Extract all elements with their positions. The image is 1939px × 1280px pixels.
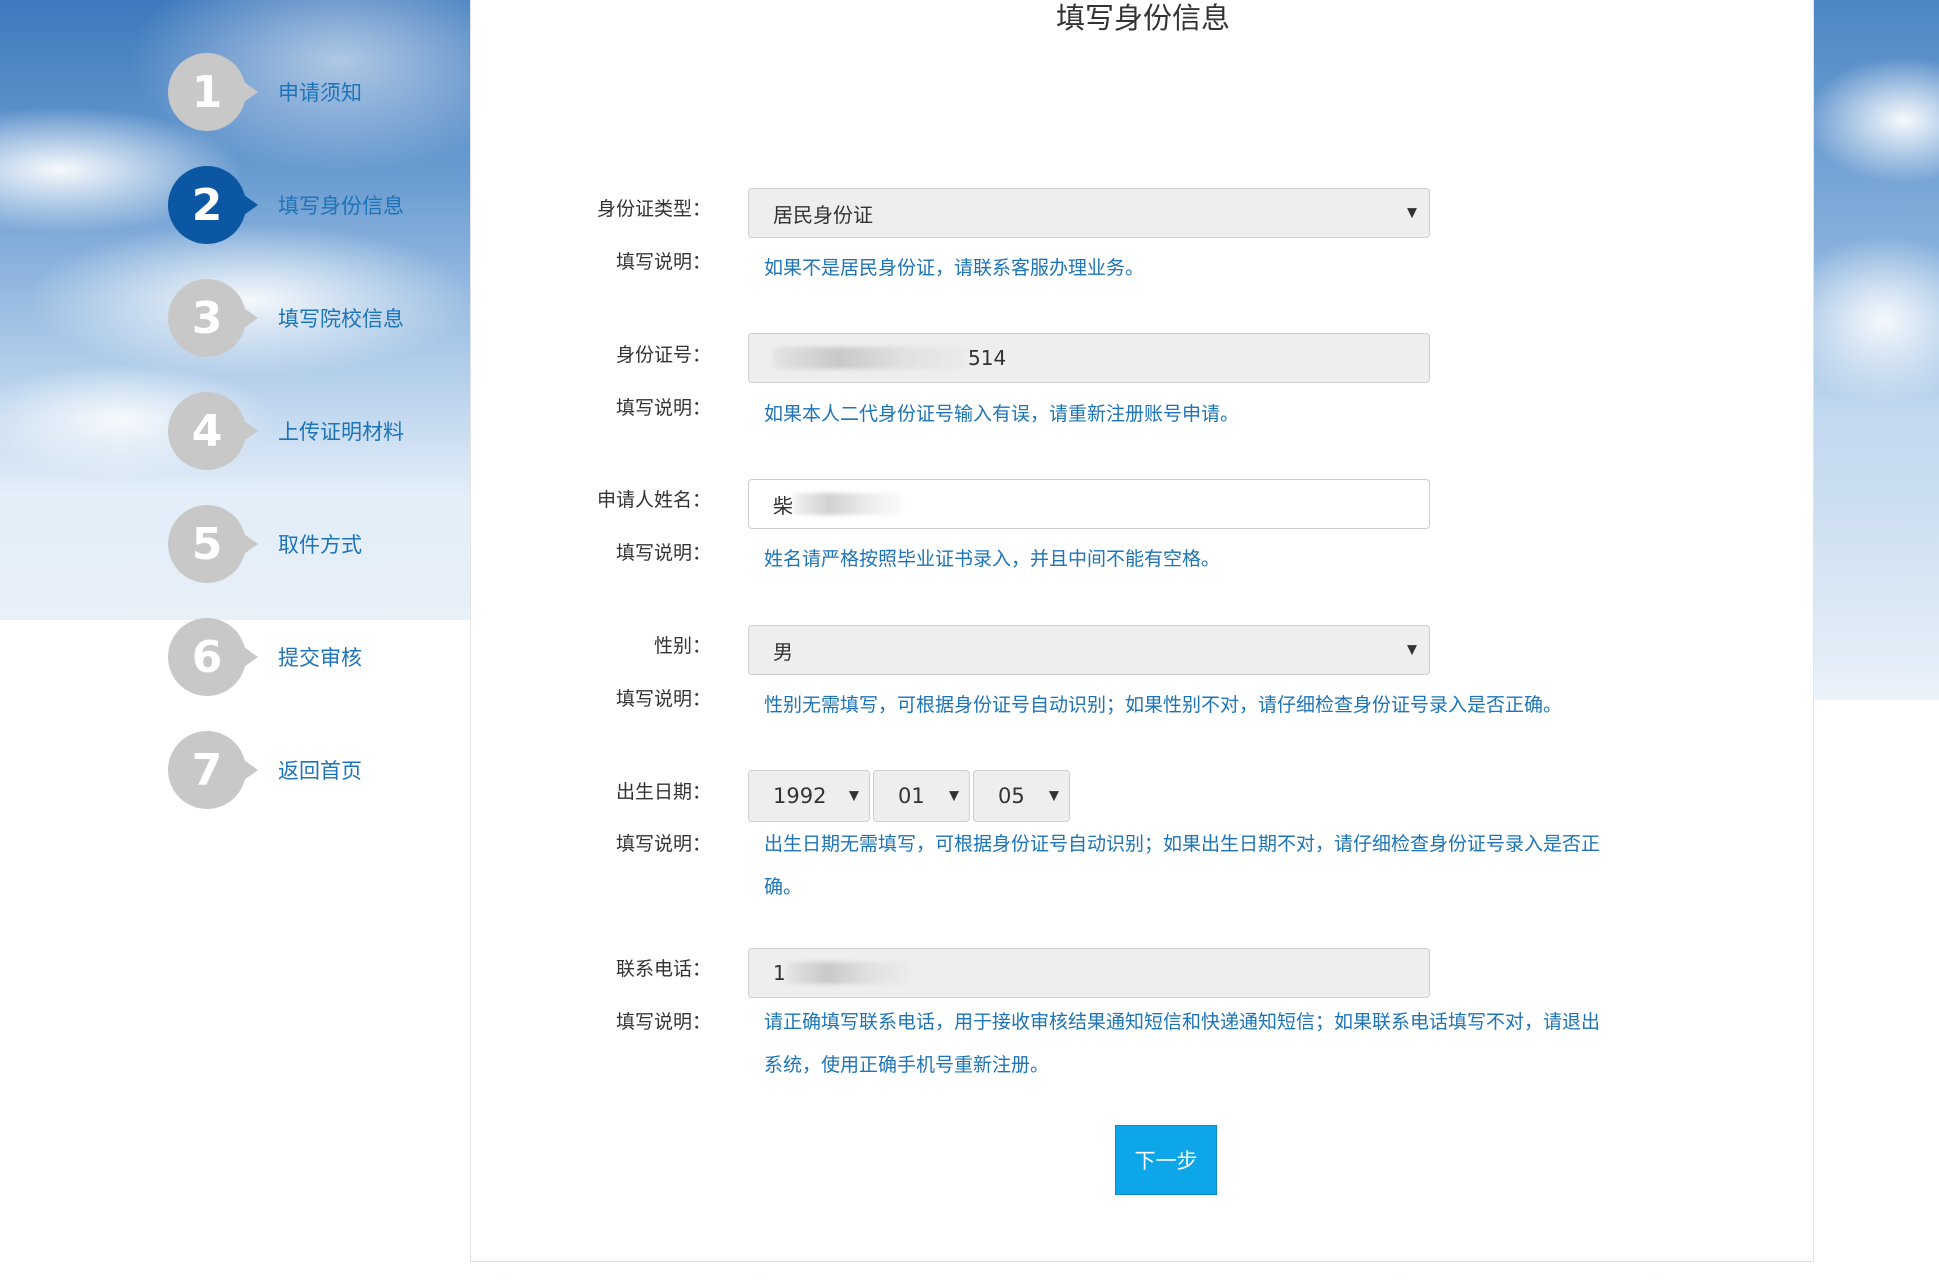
id-number-value: 514 [968,346,1007,370]
page-title: 填写身份信息 [1055,1,1230,35]
birth-year-value: 1992 [773,784,827,808]
step-number-badge: 4 [168,392,258,470]
page-background [0,620,470,1280]
phone-hint-line-2: 系统，使用正确手机号重新注册。 [764,1054,1050,1076]
caret-down-icon: ▼ [1407,205,1417,221]
step-7[interactable]: 7 返回首页 [168,730,468,810]
caret-down-icon: ▼ [1049,788,1059,804]
birth-day-value: 05 [998,784,1025,808]
redacted-text [773,347,968,369]
step-number-badge: 7 [168,731,258,809]
birth-date-hint-label: 填写说明： [615,833,711,855]
phone-hint-label: 填写说明： [615,1011,711,1033]
id-number-label: 身份证号： [615,344,711,366]
step-4[interactable]: 4 上传证明材料 [168,391,468,471]
id-type-value: 居民身份证 [773,202,873,227]
birth-date-label: 出生日期： [615,781,711,803]
phone-value: 1 [773,961,786,985]
redacted-text [793,493,903,515]
step-label: 取件方式 [278,533,362,557]
phone-label: 联系电话： [615,958,711,980]
id-type-select[interactable]: 居民身份证 ▼ [748,188,1430,238]
gender-value: 男 [773,639,793,664]
name-value: 柴 [773,493,793,518]
step-2[interactable]: 2 填写身份信息 [168,165,468,245]
birth-day-select[interactable]: 05 ▼ [973,770,1070,822]
step-number-badge: 6 [168,618,258,696]
name-hint-label: 填写说明： [615,542,711,564]
caret-down-icon: ▼ [1407,642,1417,658]
step-number-badge: 2 [168,166,258,244]
phone-input[interactable]: 1 [748,948,1430,998]
gender-select[interactable]: 男 ▼ [748,625,1430,675]
step-number-badge: 5 [168,505,258,583]
step-5[interactable]: 5 取件方式 [168,504,468,584]
redacted-text [785,962,911,984]
caret-down-icon: ▼ [949,788,959,804]
gender-hint-label: 填写说明： [615,688,711,710]
id-number-hint: 如果本人二代身份证号输入有误，请重新注册账号申请。 [764,403,1240,425]
name-label: 申请人姓名： [596,489,711,511]
step-6[interactable]: 6 提交审核 [168,617,468,697]
form-panel: 填写身份信息 身份证类型： 居民身份证 ▼ 填写说明： 如果不是居民身份证，请联… [470,0,1814,1262]
id-number-input[interactable]: 514 [748,333,1430,383]
step-label: 上传证明材料 [278,420,404,444]
birth-month-select[interactable]: 01 ▼ [873,770,970,822]
birth-year-select[interactable]: 1992 ▼ [748,770,870,822]
step-label: 返回首页 [278,759,362,783]
step-label: 申请须知 [278,81,362,105]
step-label: 提交审核 [278,646,362,670]
step-1[interactable]: 1 申请须知 [168,52,468,132]
step-number-badge: 3 [168,279,258,357]
id-type-label: 身份证类型： [596,198,711,220]
id-type-hint-label: 填写说明： [615,251,711,273]
gender-hint: 性别无需填写，可根据身份证号自动识别；如果性别不对，请仔细检查身份证号录入是否正… [764,694,1563,716]
birth-date-hint-line-1: 出生日期无需填写，可根据身份证号自动识别；如果出生日期不对，请仔细检查身份证号录… [764,833,1601,855]
step-number-badge: 1 [168,53,258,131]
step-label: 填写身份信息 [278,194,404,218]
birth-date-hint-line-2: 确。 [764,876,803,898]
birth-month-value: 01 [898,784,925,808]
phone-hint-line-1: 请正确填写联系电话，用于接收审核结果通知短信和快递通知短信；如果联系电话填写不对… [764,1011,1601,1033]
id-type-hint: 如果不是居民身份证，请联系客服办理业务。 [764,257,1145,279]
step-3[interactable]: 3 填写院校信息 [168,278,468,358]
caret-down-icon: ▼ [849,788,859,804]
page-background-right [1814,700,1939,1280]
name-input[interactable]: 柴 [748,479,1430,529]
id-number-hint-label: 填写说明： [615,397,711,419]
gender-label: 性别： [653,635,711,657]
step-label: 填写院校信息 [278,307,404,331]
name-hint: 姓名请严格按照毕业证书录入，并且中间不能有空格。 [764,548,1221,570]
next-step-button[interactable]: 下一步 [1115,1125,1217,1195]
sky-background-right [1814,0,1939,700]
